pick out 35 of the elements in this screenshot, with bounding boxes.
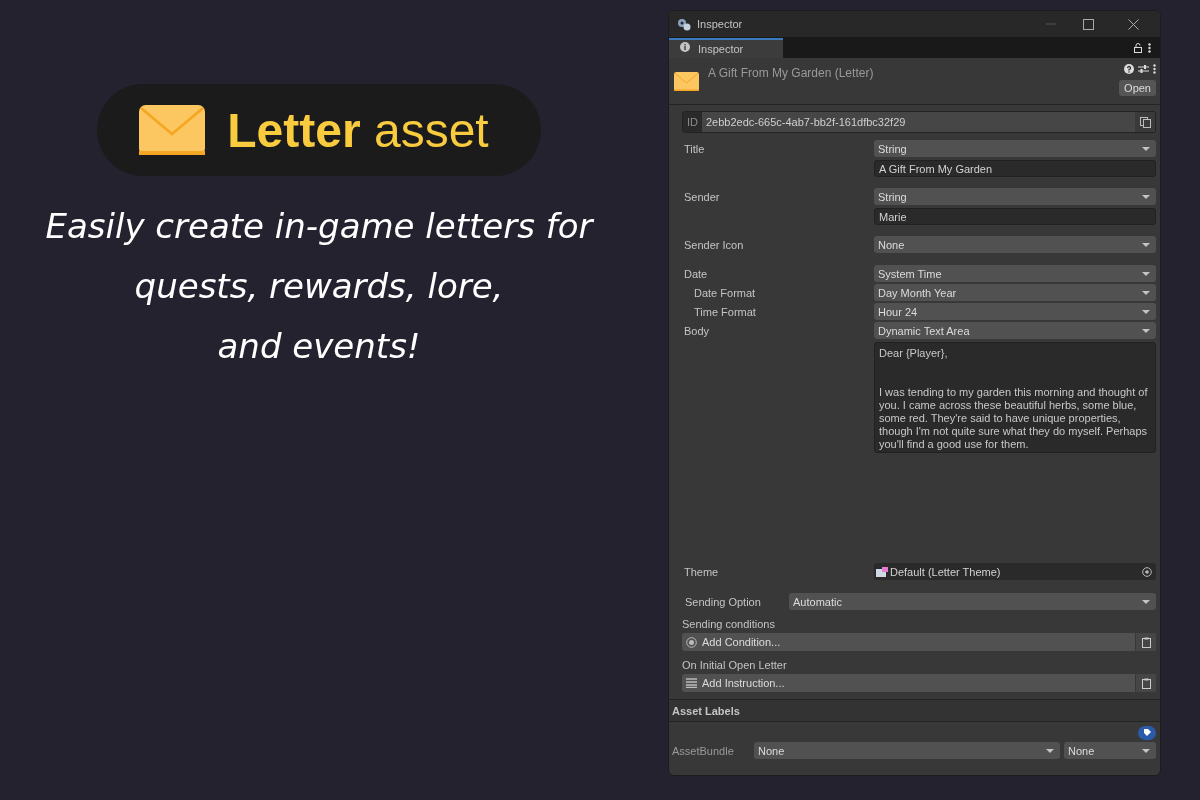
field-label: Date	[684, 267, 709, 280]
dropdown[interactable]: None	[1064, 742, 1156, 759]
field-label: Time Format	[693, 305, 757, 318]
list-label: Sending conditions	[682, 618, 776, 630]
inspector-tab[interactable]: Inspector	[669, 38, 784, 58]
dropdown[interactable]: None	[874, 236, 1156, 253]
field-label: Sender Icon	[684, 238, 745, 251]
text-field[interactable]: A Gift From My Garden	[874, 160, 1156, 177]
object-field[interactable]: Default (Letter Theme)	[874, 563, 1156, 580]
field-label: Title	[684, 142, 706, 155]
section-header: Asset Labels	[669, 699, 1160, 722]
type-dropdown[interactable]: String	[874, 140, 1156, 157]
banner-title: Letter asset	[227, 102, 489, 158]
field-label: AssetBundle	[672, 744, 735, 757]
dropdown[interactable]: None	[754, 742, 1060, 759]
type-dropdown[interactable]: String	[874, 188, 1156, 205]
list-label: On Initial Open Letter	[682, 659, 788, 671]
dropdown[interactable]: Hour 24	[874, 303, 1156, 320]
dropdown[interactable]: Day Month Year	[874, 284, 1156, 301]
dropdown[interactable]: System Time	[874, 265, 1156, 282]
asset-name: A Gift From My Garden (Letter)	[708, 65, 875, 82]
id-label: ID	[686, 116, 699, 128]
tagline: Easily create in-game letters for quests, rewards, lore, and events!	[45, 205, 593, 368]
open-button[interactable]: Open	[1119, 80, 1156, 96]
field-label: Sending Option	[685, 595, 762, 608]
field-label: Date Format	[693, 286, 757, 299]
text-field[interactable]: Marie	[874, 208, 1156, 225]
field-label: Sender	[684, 190, 721, 203]
field-label: Theme	[684, 565, 720, 578]
id-value: 2ebb2edc-665c-4ab7-bb2f-161dfbc32f29	[702, 112, 1135, 132]
field-label: Body	[684, 324, 711, 337]
type-dropdown[interactable]: Dynamic Text Area	[874, 322, 1156, 339]
dropdown[interactable]: Automatic	[789, 593, 1156, 610]
text-area[interactable]: Dear {Player}, I was tending to my garden this morning and thought of you. I came across these beautiful herbs, some blue, some red. They're said to have unique properties, though I'm not quite sure what they do myself. Perhaps you'll find a good use for them.	[874, 342, 1156, 453]
window-title: Inspector	[697, 18, 743, 30]
